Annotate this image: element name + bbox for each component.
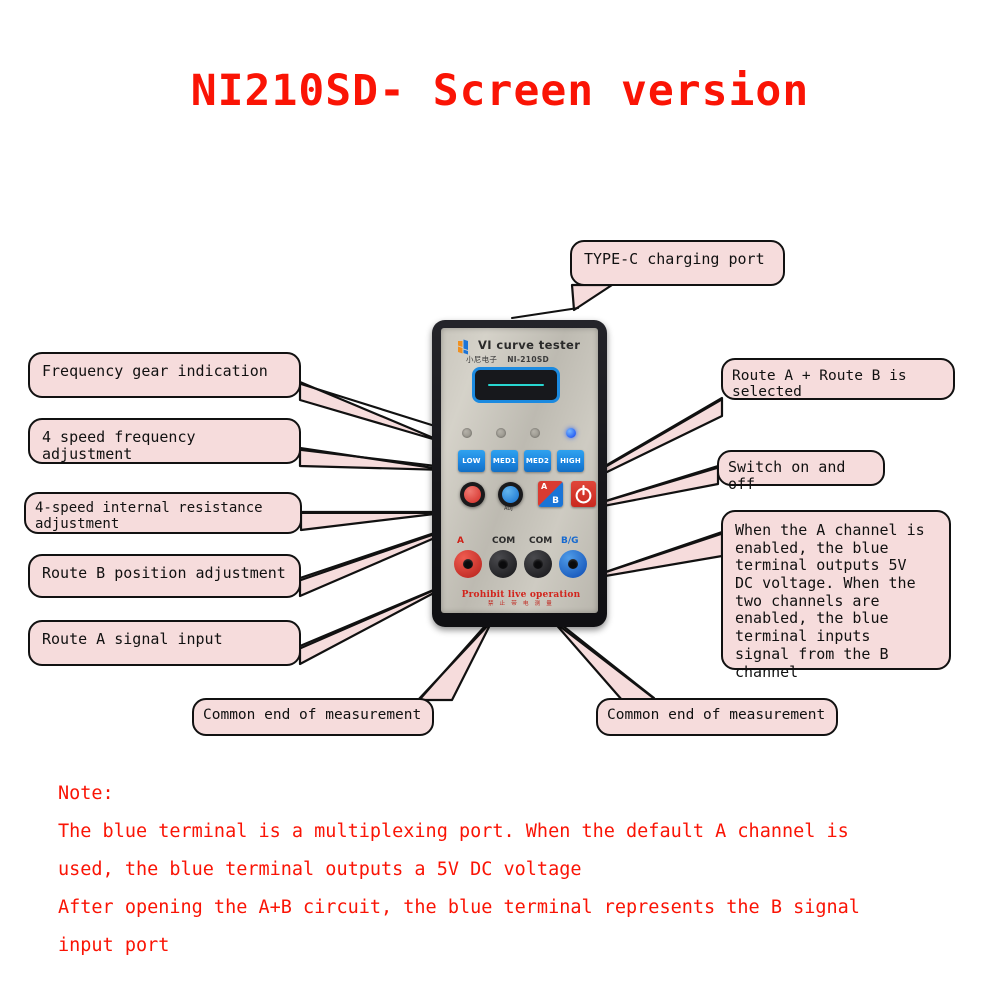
frequency-button-med2[interactable]: MED2 xyxy=(524,450,551,472)
power-button[interactable] xyxy=(571,481,596,507)
pointer-type-c xyxy=(510,306,580,320)
note-line-4: input port xyxy=(58,934,170,956)
device-body: VI curve tester 小尼电子 NI-210SD LOW MED1 ME… xyxy=(432,320,607,627)
led-indicator-med1 xyxy=(496,428,506,438)
pointer-common-end-right xyxy=(551,616,656,700)
callout-type-c-charging-port: TYPE-C charging port xyxy=(570,240,785,286)
callout-internal-resistance-adjustment: 4-speed internal resistance adjustment xyxy=(24,492,302,534)
oled-screen xyxy=(472,367,560,403)
note-block: Note: The blue terminal is a multiplexin… xyxy=(58,775,968,965)
power-icon xyxy=(575,485,592,504)
note-line-2: used, the blue terminal outputs a 5V DC … xyxy=(58,858,582,880)
callout-route-a-signal-input: Route A signal input xyxy=(28,620,301,666)
led-indicator-row xyxy=(462,428,580,439)
device-model: NI-210SD xyxy=(507,355,550,364)
callout-route-b-position-adjustment: Route B position adjustment xyxy=(28,554,301,598)
blue-knob-position[interactable] xyxy=(498,482,523,507)
ab-channel-button[interactable]: A B xyxy=(538,481,563,507)
callout-frequency-adjustment: 4 speed frequency adjustment xyxy=(28,418,301,464)
callout-blue-terminal-behavior: When the A channel is enabled, the blue … xyxy=(721,510,951,680)
sub-brand-cn: 小尼电子 xyxy=(466,355,498,364)
ab-button-b-label: B xyxy=(552,496,559,506)
terminal-jack-com1[interactable] xyxy=(489,550,517,578)
device-front-panel: VI curve tester 小尼电子 NI-210SD LOW MED1 ME… xyxy=(441,328,598,613)
frequency-button-high[interactable]: HIGH xyxy=(557,450,584,472)
terminal-jack-com2[interactable] xyxy=(524,550,552,578)
jack-label-com1: COM xyxy=(492,536,516,546)
jack-label-bg: B/G xyxy=(561,536,579,546)
callout-route-ab-selected: Route A + Route B is selected xyxy=(721,358,955,400)
terminal-jack-bg[interactable] xyxy=(559,550,587,578)
ab-button-a-label: A xyxy=(541,482,548,491)
jack-label-a: A xyxy=(457,536,464,546)
brand-logo-icon xyxy=(458,339,468,355)
led-indicator-low xyxy=(462,428,472,438)
callout-frequency-gear-indication: Frequency gear indication xyxy=(28,352,301,398)
jack-label-com2: COM xyxy=(529,536,553,546)
note-line-1: The blue terminal is a multiplexing port… xyxy=(58,820,849,842)
note-heading: Note: xyxy=(58,783,114,804)
red-knob-resistance[interactable] xyxy=(460,482,485,507)
note-line-3: After opening the A+B circuit, the blue … xyxy=(58,896,860,918)
screen-trace-line xyxy=(488,384,544,386)
knob-and-mode-row: ADJ A B xyxy=(454,480,596,512)
led-indicator-high xyxy=(566,428,576,438)
tail-type-c xyxy=(570,283,614,312)
callout-switch-on-and-off: Switch on and off xyxy=(717,450,885,492)
frequency-button-med1[interactable]: MED1 xyxy=(491,450,518,472)
led-indicator-med2 xyxy=(530,428,540,438)
warning-text-cn: 禁 止 带 电 测 量 xyxy=(488,601,554,607)
frequency-button-row: LOW MED1 MED2 HIGH xyxy=(458,450,584,472)
terminal-jack-a[interactable] xyxy=(454,550,482,578)
callout-common-end-left: Common end of measurement xyxy=(192,698,434,736)
brand-name: VI curve tester xyxy=(478,338,581,352)
terminal-jack-row: A COM COM B/G xyxy=(451,536,591,588)
tail-internal-resistance xyxy=(299,510,453,532)
frequency-button-low[interactable]: LOW xyxy=(458,450,485,472)
infographic-canvas: NI210SD- Screen version VI curve tester … xyxy=(0,0,1000,1000)
blue-knob-label: ADJ xyxy=(504,506,513,512)
sub-brand-row: 小尼电子 NI-210SD xyxy=(466,354,591,365)
callout-common-end-right: Common end of measurement xyxy=(596,698,838,736)
